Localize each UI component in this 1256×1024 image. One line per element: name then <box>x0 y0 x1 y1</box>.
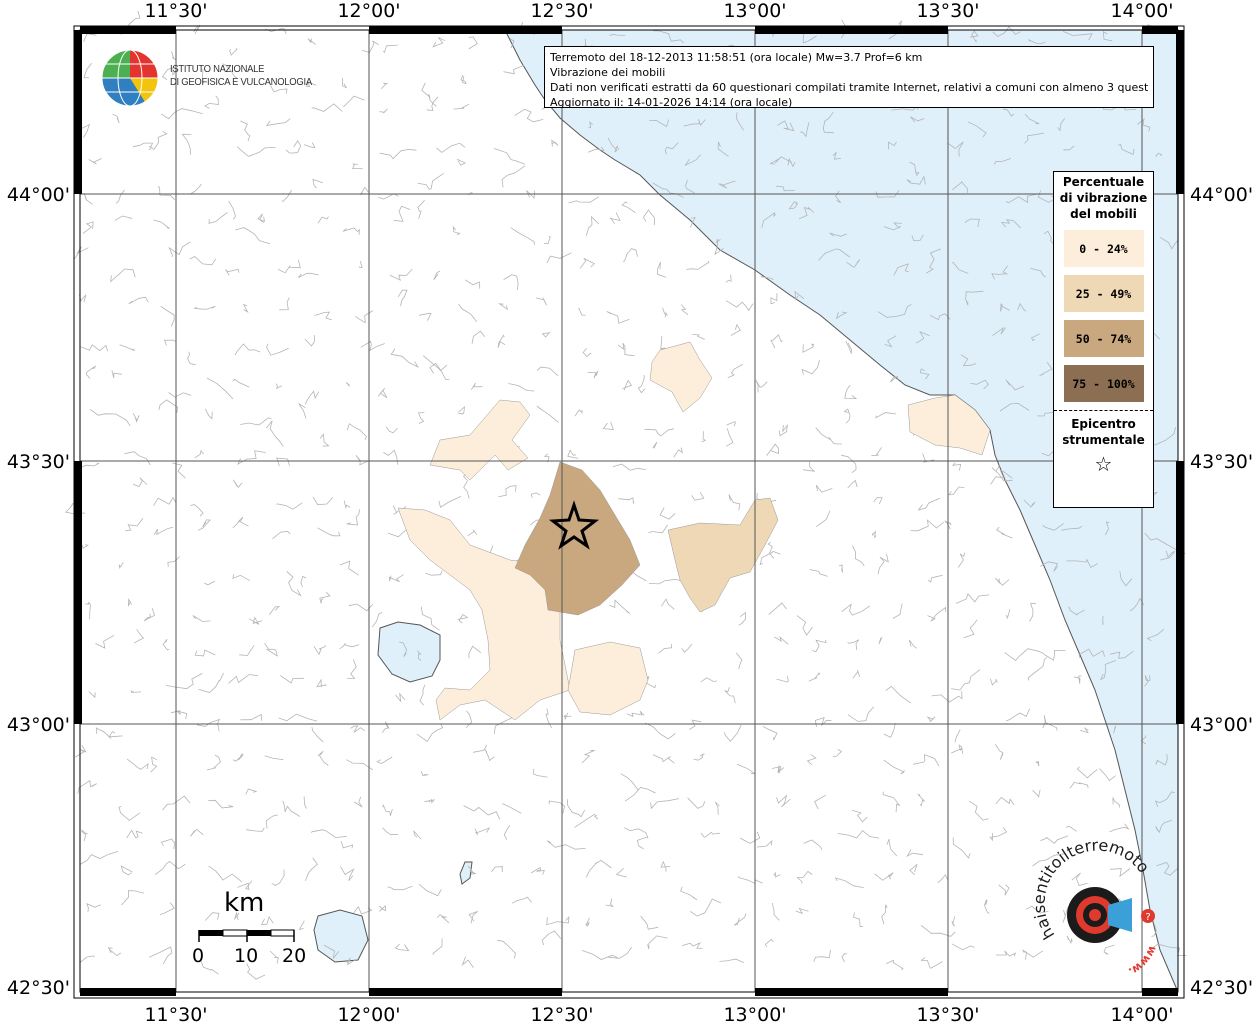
lon-label-bottom: 14°00' <box>1110 1004 1173 1024</box>
scale-tick: 10 <box>234 945 259 967</box>
event-parameter: Vibrazione dei mobili <box>550 66 666 79</box>
ingv-logo-text: ISTITUTO NAZIONALE DI GEOFISICA E VULCAN… <box>170 63 312 89</box>
event-data-note: Dati non verificati estratti da 60 quest… <box>550 81 1148 94</box>
legend-epicenter-title: Epicentro strumentale <box>1062 417 1145 447</box>
lat-label-right: 42°30' <box>1190 977 1253 999</box>
lon-label-top: 14°00' <box>1110 0 1173 22</box>
event-title: Terremoto del 18-12-2013 11:58:51 (ora l… <box>550 51 923 64</box>
lon-label-top: 13°00' <box>723 0 786 22</box>
event-updated: Aggiornato il: 14-01-2026 14:14 (ora loc… <box>550 96 793 109</box>
legend-item-25-49: 25 - 49% <box>1063 275 1144 312</box>
lat-label-left: 43°30' <box>7 451 70 473</box>
ingv-globe-icon <box>101 49 159 107</box>
legend-item-75-100: 75 - 100% <box>1063 365 1144 402</box>
scale-unit: km <box>224 888 265 918</box>
lon-label-top: 13°30' <box>916 0 979 22</box>
lon-label-bottom: 12°30' <box>530 1004 593 1024</box>
intensity-map: 11°30' 12°00' 12°30' 13°00' 13°30' 14°00… <box>0 0 1253 1024</box>
scale-tick: 0 <box>192 945 205 967</box>
legend-item-0-24: 0 - 24% <box>1063 230 1144 267</box>
event-info-box: Terremoto del 18-12-2013 11:58:51 (ora l… <box>544 46 1154 109</box>
legend-item-50-74: 50 - 74% <box>1063 320 1144 357</box>
legend-title: Percentuale di vibrazione del mobili <box>1059 175 1148 221</box>
lon-label-bottom: 12°00' <box>337 1004 400 1024</box>
lat-label-right: 43°00' <box>1190 714 1253 736</box>
lon-label-top: 12°30' <box>530 0 593 22</box>
lon-label-top: 12°00' <box>337 0 400 22</box>
lon-label-bottom: 13°30' <box>916 1004 979 1024</box>
scale-tick: 20 <box>282 945 307 967</box>
legend: Percentuale di vibrazione del mobili 0 -… <box>1053 171 1154 508</box>
legend-separator <box>1054 410 1153 411</box>
lat-label-right: 44°00' <box>1190 184 1253 206</box>
svg-text:?: ? <box>1145 912 1150 923</box>
lat-label-left: 44°00' <box>7 184 70 206</box>
legend-star-icon: ☆ <box>1094 452 1113 476</box>
lat-label-left: 42°30' <box>7 977 70 999</box>
ingv-line-2: DI GEOFISICA E VULCANOLOGIA <box>170 76 312 88</box>
lon-label-bottom: 13°00' <box>723 1004 786 1024</box>
lat-label-right: 43°30' <box>1190 451 1253 473</box>
lon-label-bottom: 11°30' <box>144 1004 207 1024</box>
ingv-line-1: ISTITUTO NAZIONALE <box>170 63 265 75</box>
lat-label-left: 43°00' <box>7 714 70 736</box>
lon-label-top: 11°30' <box>144 0 207 22</box>
